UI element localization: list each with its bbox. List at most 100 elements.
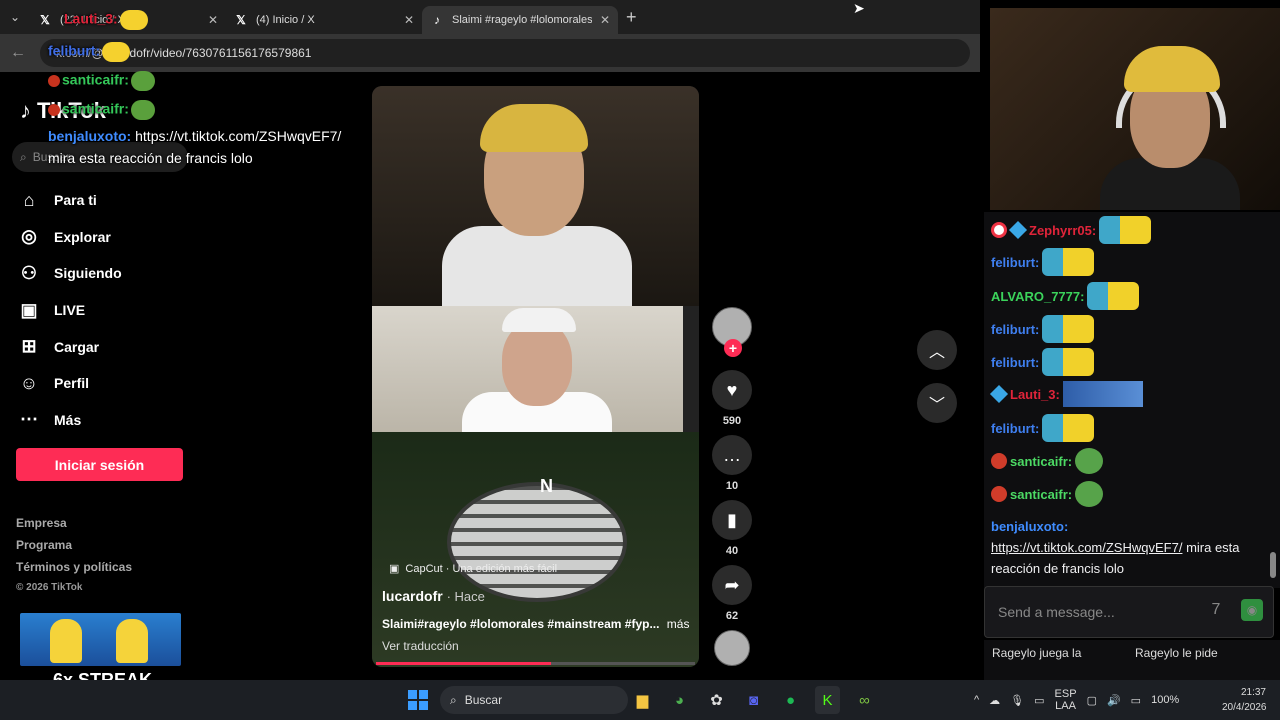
clock-date: 20/4/2026	[1222, 702, 1267, 713]
prev-video-button[interactable]: ︿	[917, 330, 957, 370]
search-icon: ⌕	[20, 149, 27, 164]
url-field[interactable]: k.com/@lucardofr/video/76307611561765798…	[40, 39, 970, 67]
emote-icon	[1042, 248, 1095, 276]
action-rail: + ♥ 590 … 10 ▮ 40 ➦ 62	[710, 307, 754, 666]
video-title[interactable]: Rageylo le pide	[1135, 646, 1218, 660]
tab-3[interactable]: ♪ Slaimi #rageylo #lolomorales ✕	[422, 6, 618, 34]
chat-user[interactable]: feliburt:	[991, 355, 1039, 370]
capcut-tag[interactable]: ▣ CapCut · Una edición más fácil	[389, 562, 557, 576]
login-button[interactable]: Iniciar sesión	[16, 448, 183, 481]
emote-icon	[1075, 448, 1104, 474]
display-icon[interactable]: ▭	[1034, 694, 1044, 707]
chat-message: Lauti_3:	[989, 381, 1143, 407]
close-icon[interactable]: ✕	[208, 13, 218, 27]
nav-item-para-ti[interactable]: ⌂ Para ti	[18, 182, 122, 219]
follow-plus-icon[interactable]: +	[724, 339, 742, 357]
battery-icon[interactable]: ▭	[1131, 694, 1141, 707]
share-button[interactable]: ➦	[712, 565, 752, 605]
bookmark-icon: ▮	[727, 509, 737, 530]
badge-icon	[991, 453, 1007, 469]
author-name: lucardofr	[382, 588, 443, 604]
nav-item-mas[interactable]: ⋯ Más	[18, 402, 122, 439]
chat-input[interactable]: Send a message... 7 ◉	[984, 586, 1274, 638]
back-arrow-icon[interactable]: ←	[10, 44, 30, 62]
chat-user[interactable]: feliburt:	[991, 255, 1039, 270]
nav-item-live[interactable]: ▣ LIVE	[18, 292, 122, 329]
spotify-icon[interactable]: ●	[778, 686, 803, 714]
video-progress[interactable]	[376, 662, 695, 665]
comment-icon: …	[723, 444, 741, 465]
author-avatar[interactable]: +	[712, 307, 752, 357]
tab-2[interactable]: 𝕏 (4) Inicio / X ✕	[226, 6, 422, 34]
chrome-icon[interactable]: ◕	[667, 686, 692, 714]
chevron-up-icon[interactable]: ^	[974, 694, 979, 706]
chat-message: benjaluxoto: https://vt.tiktok.com/ZSHwq…	[991, 516, 1271, 579]
progress-fill	[376, 662, 552, 665]
copyright: © 2026 TikTok	[16, 582, 83, 593]
cloud-icon[interactable]: ☁	[989, 694, 1000, 707]
like-count: 590	[722, 415, 742, 427]
video-player[interactable]: N ▣ CapCut · Una edición más fácil lucar…	[372, 86, 699, 667]
new-tab-button[interactable]: +	[626, 7, 637, 28]
footer-link[interactable]: Términos y políticas	[16, 560, 132, 582]
chat-user[interactable]: santicaifr:	[1010, 487, 1072, 502]
7tv-icon[interactable]: 7	[1205, 599, 1227, 621]
app-icon[interactable]: ✿	[704, 686, 729, 714]
video-author[interactable]: lucardofr · Hace	[382, 588, 485, 604]
chat-message: feliburt:	[991, 348, 1095, 376]
clock-time: 21:37	[1240, 687, 1266, 698]
volume-icon[interactable]: 🔊	[1107, 694, 1121, 707]
badge-icon	[991, 486, 1007, 502]
nav-item-cargar[interactable]: ⊞ Cargar	[18, 328, 122, 365]
footer-link[interactable]: Programa	[16, 538, 132, 560]
clock[interactable]: 21:37 20/4/2026	[1222, 685, 1267, 715]
taskbar-search[interactable]: ⌕ Buscar	[440, 686, 628, 714]
next-video-button[interactable]: ﹀	[917, 383, 957, 423]
x-icon: 𝕏	[236, 13, 246, 27]
kick-icon[interactable]: K	[815, 686, 840, 714]
tab-search-button[interactable]: ⌄	[0, 0, 30, 34]
chat-message: santicaifr:	[991, 481, 1104, 507]
below-chat-videos: Rageylo juega la Rageylo le pide	[984, 640, 1280, 680]
close-icon[interactable]: ✕	[600, 13, 610, 27]
comment-button[interactable]: …	[712, 435, 752, 475]
music-disc-avatar[interactable]	[714, 630, 750, 666]
chat-user[interactable]: santicaifr:	[1010, 454, 1072, 469]
app-icon[interactable]: ∞	[852, 686, 877, 714]
streak-image	[20, 613, 181, 666]
mic-icon[interactable]: 🎙	[1010, 694, 1024, 707]
network-icon[interactable]: ▢	[1087, 694, 1097, 707]
tab-title: Slaimi #rageylo #lolomorales	[452, 14, 592, 26]
chat-user[interactable]: Zephyrr05:	[1029, 223, 1096, 238]
nav-item-siguiendo[interactable]: ⚇ Siguiendo	[18, 255, 122, 292]
like-button[interactable]: ♥	[712, 370, 752, 410]
windows-start-icon[interactable]	[408, 690, 428, 710]
chat-user[interactable]: feliburt:	[991, 322, 1039, 337]
overlay-message: feliburt:	[48, 42, 131, 62]
caption-more-link[interactable]: más	[667, 617, 690, 631]
overlay-user: Lauti_3:	[64, 10, 118, 27]
cheer-icon[interactable]: ◉	[1241, 599, 1263, 621]
chat-user[interactable]: feliburt:	[991, 421, 1039, 436]
emote-icon	[1062, 381, 1143, 407]
chat-user[interactable]: Lauti_3:	[1010, 387, 1060, 402]
translate-link[interactable]: Ver traducción	[382, 639, 459, 653]
chat-link[interactable]: https://vt.tiktok.com/ZSHwqvEF7/	[991, 540, 1182, 555]
overlay-text: mira esta reacción de francis lolo	[48, 150, 253, 166]
close-icon[interactable]: ✕	[404, 13, 414, 27]
chat-scrollbar[interactable]	[1270, 552, 1276, 578]
file-explorer-icon[interactable]: ▆	[630, 686, 655, 714]
mouse-cursor-icon: ➤	[853, 0, 865, 16]
chat-user[interactable]: benjaluxoto:	[991, 516, 1271, 537]
nav-item-explorar[interactable]: ◎ Explorar	[18, 219, 122, 256]
chat-user[interactable]: ALVARO_7777:	[991, 289, 1084, 304]
save-button[interactable]: ▮	[712, 500, 752, 540]
more-icon: ⋯	[20, 409, 38, 430]
language-indicator[interactable]: ESP LAA	[1055, 688, 1077, 712]
overlay-user: feliburt:	[48, 42, 101, 59]
nav-item-perfil[interactable]: ☺ Perfil	[18, 365, 122, 402]
video-title[interactable]: Rageylo juega la	[992, 646, 1081, 660]
emote-icon	[1042, 414, 1095, 442]
footer-link[interactable]: Empresa	[16, 516, 132, 538]
discord-icon[interactable]: ◙	[741, 686, 766, 714]
